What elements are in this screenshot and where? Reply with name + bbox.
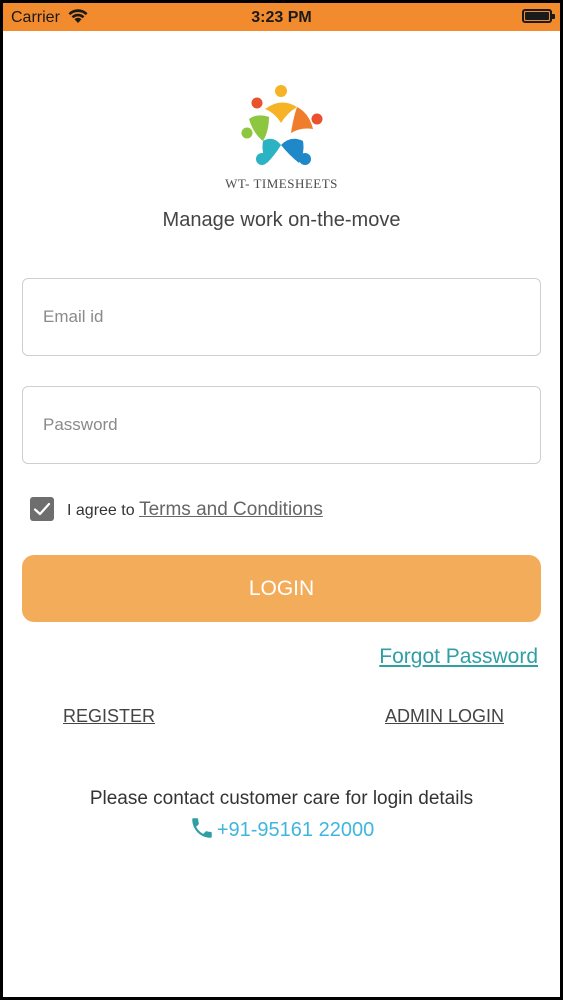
email-field-box: [22, 278, 541, 356]
brand-name: WT- TIMESHEETS: [225, 176, 338, 191]
contact-message: Please contact customer care for login d…: [89, 788, 474, 809]
register-link[interactable]: REGISTER: [63, 706, 155, 727]
email-field[interactable]: [23, 279, 540, 355]
password-field-box: [22, 386, 541, 464]
checkmark-icon: [33, 502, 51, 516]
battery-icon: [522, 9, 555, 23]
terms-checkbox[interactable]: [30, 497, 54, 521]
admin-login-link[interactable]: ADMIN LOGIN: [385, 706, 504, 727]
password-field[interactable]: [23, 387, 540, 463]
phone-contact[interactable]: +91-95161 22000: [3, 815, 560, 842]
forgot-password-link[interactable]: Forgot Password: [379, 645, 538, 669]
phone-number[interactable]: +91-95161 22000: [217, 819, 374, 841]
terms-agreement: I agree to Terms and Conditions: [67, 499, 323, 521]
clock: 3:23 PM: [251, 9, 312, 26]
star-people-logo-icon: [241, 85, 323, 165]
tagline: Manage work on-the-move: [162, 209, 401, 231]
login-button[interactable]: LOGIN: [22, 555, 541, 622]
status-bar: Carrier 3:23 PM: [3, 3, 560, 31]
terms-link[interactable]: Terms and Conditions: [139, 499, 323, 520]
phone-icon: [192, 818, 212, 838]
agree-label: I agree to: [67, 502, 135, 519]
app-screen: Carrier 3:23 PM WT- TIMESHEETS Manage wo…: [3, 3, 560, 997]
